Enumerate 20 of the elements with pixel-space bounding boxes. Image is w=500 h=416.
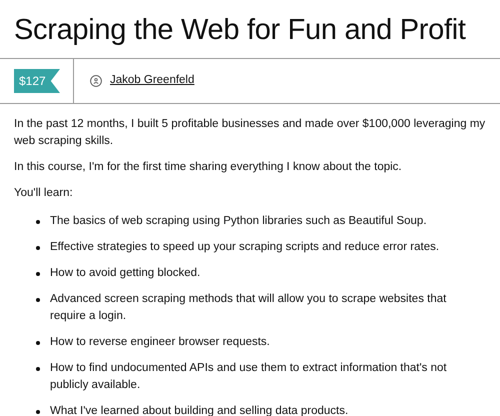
list-item-text: Advanced screen scraping methods that will allow you to scrape websites that require a login. (50, 292, 448, 324)
list-item-text: How to reverse engineer browser requests. (50, 335, 271, 350)
author-link[interactable]: Jakob Greenfeld (110, 72, 194, 90)
paragraph: In the past 12 months, I built 5 profitable businesses and made over $100,000 leveraging my web scraping skills. (14, 117, 486, 149)
price-tag: $127 (14, 69, 60, 93)
bullet-icon (36, 246, 40, 250)
list-item-text: How to find undocumented APIs and use them to extract information that's not publicly available. (50, 361, 448, 393)
bullet-icon (36, 298, 40, 302)
bullet-icon (36, 341, 40, 345)
bullet-icon (36, 220, 40, 224)
list-item-text: Effective strategies to speed up your scraping scripts and reduce error rates. (50, 240, 440, 255)
bullet-icon (36, 367, 40, 371)
user-icon (90, 75, 102, 87)
paragraph: You'll learn: (14, 186, 74, 201)
page-title: Scraping the Web for Fun and Profit (13, 13, 467, 48)
list-item-text: The basics of web scraping using Python libraries such as Beautiful Soup. (50, 214, 428, 229)
paragraph: In this course, I'm for the first time sharing everything I know about the topic. (14, 160, 403, 175)
list-item-text: How to avoid getting blocked. (50, 266, 202, 281)
bullet-icon (36, 410, 40, 414)
bullet-icon (36, 272, 40, 276)
